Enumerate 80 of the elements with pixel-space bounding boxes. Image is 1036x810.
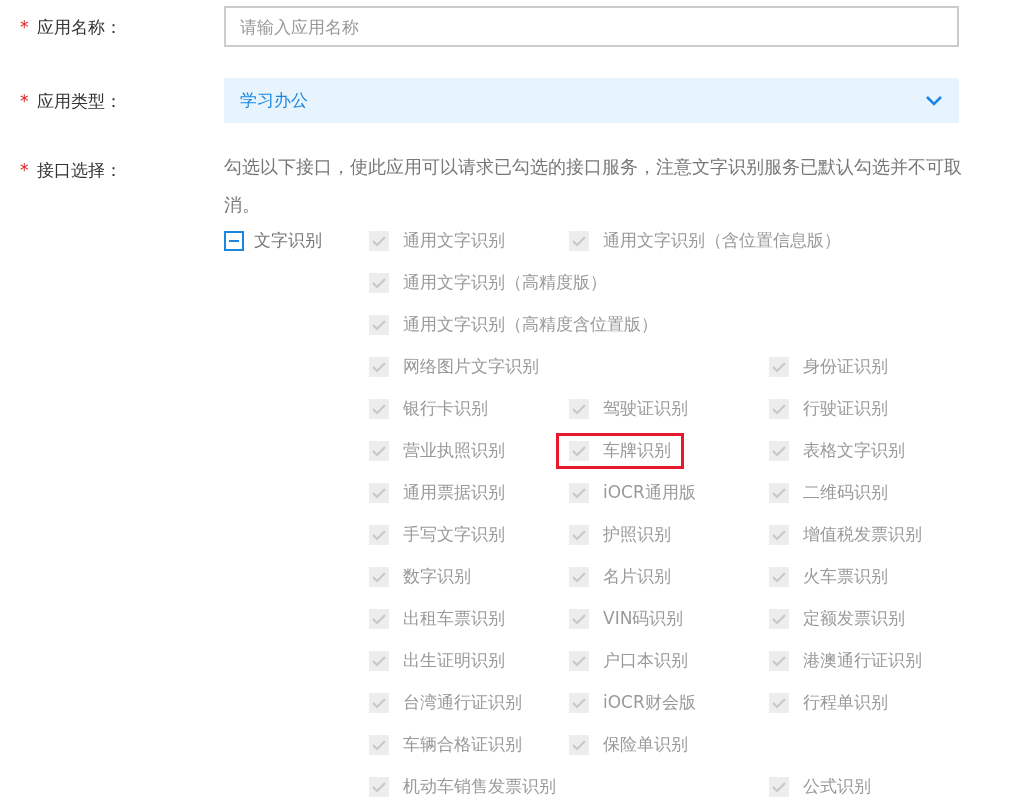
option-label: 车牌识别 — [603, 439, 671, 463]
option-label: 名片识别 — [603, 565, 671, 589]
check-icon — [372, 529, 386, 541]
option-label: 驾驶证识别 — [603, 397, 688, 421]
name-input[interactable]: 请输入应用名称 — [224, 6, 959, 47]
option-label: 车辆合格证识别 — [403, 733, 522, 757]
group-label: 文字识别 — [254, 229, 322, 253]
option-label: 表格文字识别 — [803, 439, 905, 463]
check-icon — [372, 235, 386, 247]
option-label: 增值税发票识别 — [803, 523, 922, 547]
check-icon — [772, 487, 786, 499]
option-label: 行程单识别 — [803, 691, 888, 715]
option-label: 护照识别 — [603, 523, 671, 547]
option-label: VIN码识别 — [603, 607, 684, 631]
check-icon — [372, 487, 386, 499]
check-icon — [572, 697, 586, 709]
option-label: 手写文字识别 — [403, 523, 505, 547]
check-icon — [372, 277, 386, 289]
option-label: 行驶证识别 — [803, 397, 888, 421]
check-icon — [372, 697, 386, 709]
field-label: 接口选择： — [36, 159, 122, 182]
option-label: 通用文字识别 — [403, 229, 505, 253]
check-icon — [572, 655, 586, 667]
required-mark: * — [20, 89, 29, 113]
check-icon — [772, 529, 786, 541]
check-icon — [772, 781, 786, 793]
option-label: 网络图片文字识别 — [403, 355, 539, 379]
check-icon — [772, 613, 786, 625]
collapse-toggle[interactable] — [224, 231, 244, 251]
required-mark: * — [20, 159, 29, 182]
check-icon — [572, 529, 586, 541]
check-icon — [372, 403, 386, 415]
check-icon — [772, 571, 786, 583]
check-icon — [572, 613, 586, 625]
check-icon — [372, 781, 386, 793]
option-label: 火车票识别 — [803, 565, 888, 589]
option-label: 台湾通行证识别 — [403, 691, 522, 715]
required-mark: * — [20, 15, 29, 39]
option-label: 出生证明识别 — [403, 649, 505, 673]
check-icon — [772, 361, 786, 373]
option-label: 公式识别 — [803, 775, 871, 799]
check-icon — [372, 613, 386, 625]
option-label: 营业执照识别 — [403, 439, 505, 463]
field-label: 应用类型： — [36, 89, 122, 113]
check-icon — [372, 445, 386, 457]
option-label: iOCR财会版 — [603, 691, 696, 715]
option-label: iOCR通用版 — [603, 481, 696, 505]
check-icon — [372, 361, 386, 373]
check-icon — [572, 487, 586, 499]
option-label: 定额发票识别 — [803, 607, 905, 631]
option-label: 保险单识别 — [603, 733, 688, 757]
check-icon — [572, 571, 586, 583]
check-icon — [372, 319, 386, 331]
option-label: 机动车销售发票识别 — [403, 775, 556, 799]
check-icon — [772, 445, 786, 457]
check-icon — [372, 655, 386, 667]
option-label: 户口本识别 — [603, 649, 688, 673]
check-icon — [372, 739, 386, 751]
option-label: 通用文字识别（高精度版） — [403, 271, 607, 295]
option-label: 通用票据识别 — [403, 481, 505, 505]
option-label: 港澳通行证识别 — [803, 649, 922, 673]
check-icon — [772, 403, 786, 415]
option-label: 二维码识别 — [803, 481, 888, 505]
check-icon — [772, 655, 786, 667]
option-label: 通用文字识别（含位置信息版） — [603, 229, 841, 253]
description-text: 勾选以下接口，使此应用可以请求已勾选的接口服务，注意文字识别服务已默认勾选并不可取消。 — [224, 155, 963, 217]
field-label: 应用名称： — [36, 15, 122, 39]
check-icon — [572, 403, 586, 415]
option-label: 数字识别 — [403, 565, 471, 589]
check-icon — [772, 697, 786, 709]
option-label: 通用文字识别（高精度含位置版） — [403, 313, 658, 337]
option-label: 银行卡识别 — [403, 397, 488, 421]
check-icon — [572, 445, 586, 457]
check-icon — [572, 235, 586, 247]
type-select[interactable]: 学习办公 — [224, 78, 959, 123]
option-label: 出租车票识别 — [403, 607, 505, 631]
chevron-down-icon — [925, 94, 943, 107]
check-icon — [372, 571, 386, 583]
check-icon — [572, 739, 586, 751]
option-label: 身份证识别 — [803, 355, 888, 379]
